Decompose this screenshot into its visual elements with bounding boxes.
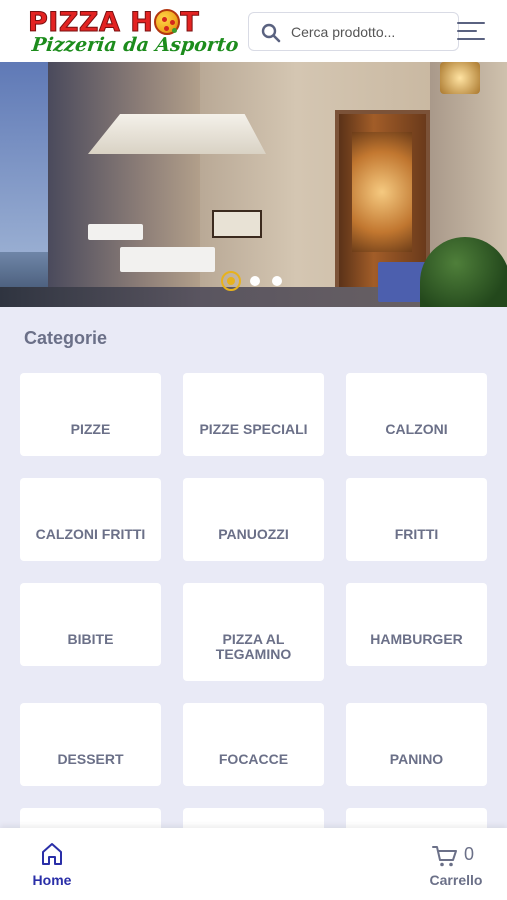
category-card-pizze-speciali[interactable]: PIZZE SPECIALI bbox=[183, 373, 324, 456]
category-card-dessert[interactable]: DESSERT bbox=[20, 703, 161, 786]
hero-carousel[interactable] bbox=[0, 62, 507, 307]
category-label: CALZONI bbox=[385, 421, 448, 437]
nav-home-button[interactable]: Home bbox=[24, 842, 80, 890]
category-card-calzoni[interactable]: CALZONI bbox=[346, 373, 487, 456]
home-icon bbox=[42, 843, 62, 865]
hero-image-table bbox=[88, 224, 143, 240]
category-card-focacce[interactable]: FOCACCE bbox=[183, 703, 324, 786]
category-card-panino[interactable]: PANINO bbox=[346, 703, 487, 786]
category-card-panuozzi[interactable]: PANUOZZI bbox=[183, 478, 324, 561]
category-label: PIZZE bbox=[70, 421, 111, 437]
cart-icon bbox=[432, 846, 457, 867]
category-label: PIZZE SPECIALI bbox=[199, 421, 308, 437]
app-header: PIZZA HT Pizzeria da Asporto bbox=[0, 0, 507, 62]
category-label: BIBITE bbox=[67, 631, 114, 647]
category-card-bibite[interactable]: BIBITE bbox=[20, 583, 161, 666]
category-label: PANINO bbox=[389, 751, 444, 767]
hero-image-menu-board bbox=[212, 210, 262, 238]
category-card-hamburger[interactable]: HAMBURGER bbox=[346, 583, 487, 666]
nav-cart-button[interactable]: 0 Carrello bbox=[420, 842, 492, 890]
search-box[interactable] bbox=[248, 12, 459, 51]
category-label: CALZONI FRITTI bbox=[35, 526, 146, 542]
hero-image-table bbox=[120, 247, 215, 272]
carousel-dot[interactable] bbox=[250, 276, 260, 286]
nav-home-label: Home bbox=[32, 872, 72, 888]
pizza-o-icon bbox=[154, 9, 181, 35]
carousel-dot-active[interactable] bbox=[221, 271, 241, 291]
category-card-pizze[interactable]: PIZZE bbox=[20, 373, 161, 456]
carousel-dot[interactable] bbox=[272, 276, 282, 286]
category-card-fritti[interactable]: FRITTI bbox=[346, 478, 487, 561]
carousel-indicators bbox=[221, 271, 291, 291]
hamburger-menu-icon[interactable] bbox=[457, 20, 487, 42]
category-card-pizza-al-tegamino[interactable]: PIZZA AL TEGAMINO bbox=[183, 583, 324, 681]
search-input[interactable] bbox=[291, 21, 451, 43]
nav-cart-label: Carrello bbox=[429, 872, 483, 888]
category-label: PIZZA AL TEGAMINO bbox=[215, 631, 292, 662]
category-label: DESSERT bbox=[57, 751, 124, 767]
category-label: PANUOZZI bbox=[218, 526, 289, 542]
bottom-navigation: Home 0 Carrello bbox=[0, 828, 507, 900]
pizza-hot-logo[interactable]: PIZZA HT Pizzeria da Asporto bbox=[27, 7, 240, 58]
cart-count: 0 bbox=[464, 844, 475, 864]
category-label: FRITTI bbox=[394, 526, 439, 542]
category-card-calzoni-fritti[interactable]: CALZONI FRITTI bbox=[20, 478, 161, 561]
categories-title: Categorie bbox=[24, 328, 108, 348]
logo-tagline: Pizzeria da Asporto bbox=[30, 34, 240, 56]
hero-image-interior bbox=[352, 132, 412, 252]
category-label: HAMBURGER bbox=[370, 631, 463, 647]
hero-image-lamp bbox=[440, 62, 480, 94]
category-label: FOCACCE bbox=[218, 751, 289, 767]
search-icon bbox=[261, 23, 281, 43]
